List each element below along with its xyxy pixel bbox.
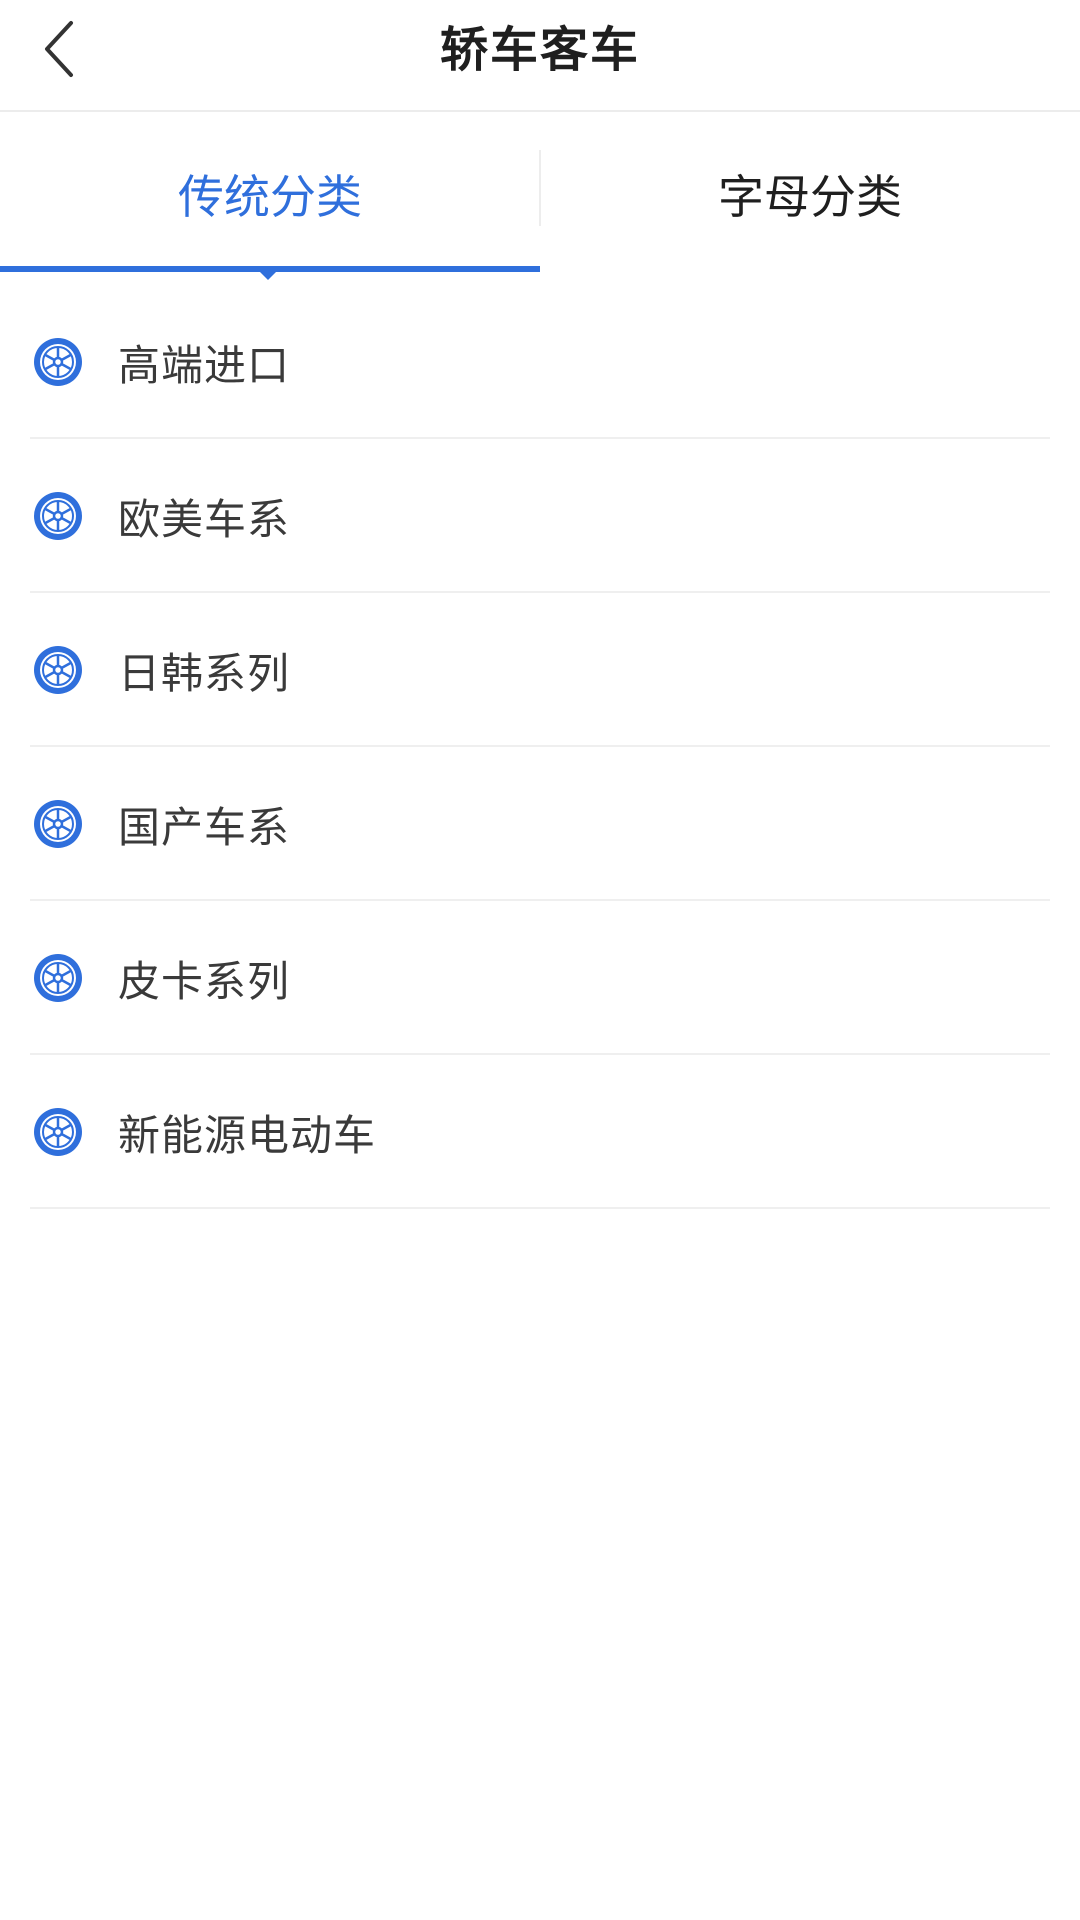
tab-letter-category[interactable]: 字母分类 [540,114,1080,274]
wheel-icon [32,798,84,850]
category-list: 高端进口 欧美车系 日韩系列 国产车系 皮卡系列 新能源电动车 [0,285,1080,1209]
list-item-label: 新能源电动车 [118,1110,377,1160]
page-title: 轿车客车 [439,22,640,78]
list-item-pickup[interactable]: 皮卡系列 [0,901,1080,1055]
wheel-icon [32,952,84,1004]
category-tabs: 传统分类 字母分类 [0,114,1080,280]
list-item-label: 皮卡系列 [118,956,291,1006]
list-item-japan-korea[interactable]: 日韩系列 [0,593,1080,747]
list-item-euro-american[interactable]: 欧美车系 [0,439,1080,593]
list-item-new-energy-ev[interactable]: 新能源电动车 [0,1055,1080,1209]
list-item-label: 国产车系 [118,802,291,852]
navbar: 轿车客车 [0,0,1080,112]
wheel-icon [32,490,84,542]
wheel-icon [32,644,84,696]
tab-traditional-category[interactable]: 传统分类 [0,114,540,274]
list-item-high-end-import[interactable]: 高端进口 [0,285,1080,439]
wheel-icon [32,336,84,388]
list-item-label: 高端进口 [118,340,291,390]
list-item-domestic[interactable]: 国产车系 [0,747,1080,901]
active-tab-indicator-arrow [260,272,276,280]
wheel-icon [32,1106,84,1158]
list-item-label: 欧美车系 [118,494,291,544]
list-item-label: 日韩系列 [118,648,291,698]
